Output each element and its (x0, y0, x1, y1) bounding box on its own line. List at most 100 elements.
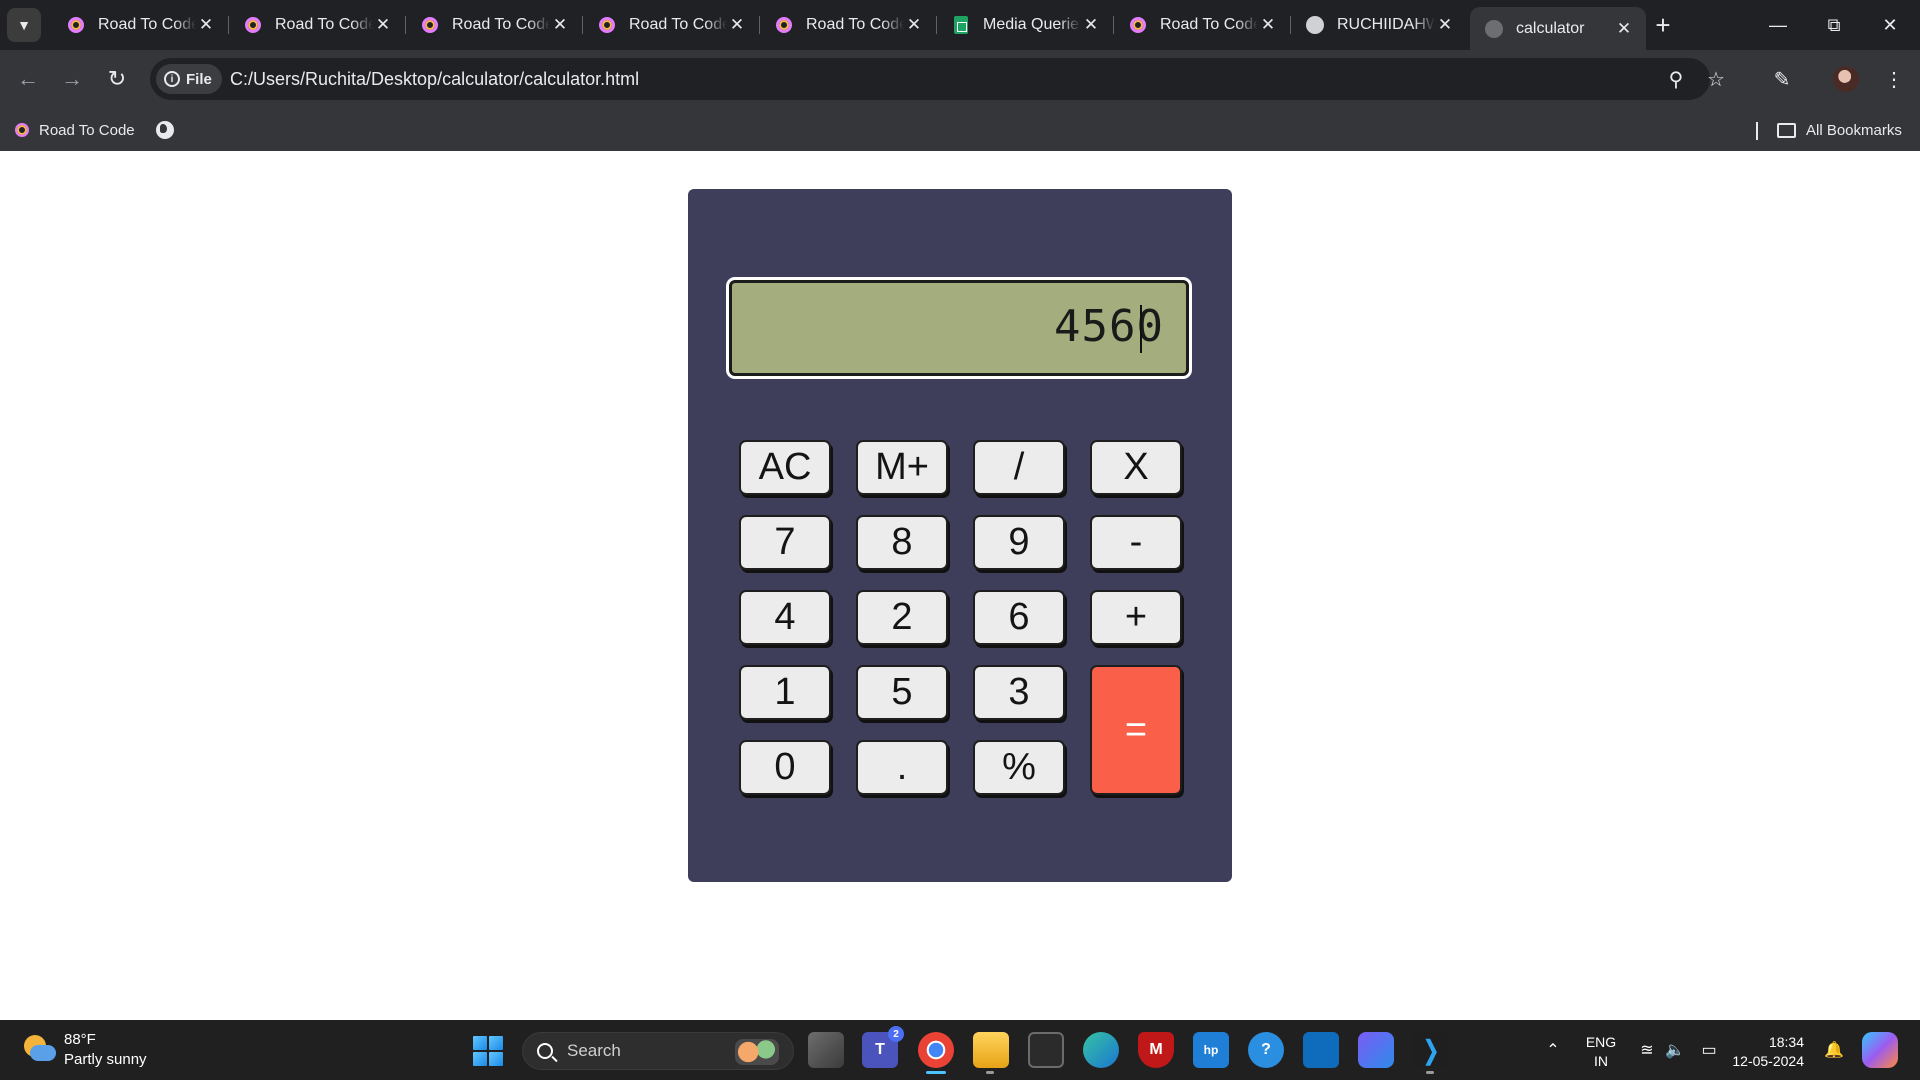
file-explorer-icon[interactable] (973, 1032, 1009, 1074)
display-value: 4560 (1054, 301, 1164, 352)
bookmark-globe[interactable] (156, 116, 174, 144)
key-minus[interactable]: - (1090, 515, 1182, 570)
chevron-up-icon[interactable]: ⌃ (1538, 1020, 1568, 1080)
close-icon[interactable]: ✕ (373, 15, 393, 35)
search-placeholder: Search (567, 1041, 621, 1060)
copilot-pre-icon[interactable] (1862, 1032, 1898, 1068)
battery-icon[interactable]: ▭ (1694, 1020, 1724, 1080)
weather-temperature[interactable]: 88°F (64, 1031, 96, 1048)
chrome-icon[interactable] (918, 1032, 954, 1074)
key-memory-plus[interactable]: M+ (856, 440, 948, 495)
wifi-icon[interactable]: ≊ (1632, 1020, 1662, 1080)
key-0[interactable]: 0 (739, 740, 831, 795)
bookmark-star-icon[interactable]: ☆ (1702, 65, 1730, 93)
teams-badge: 2 (888, 1026, 904, 1042)
task-view-icon[interactable] (808, 1032, 844, 1068)
close-icon[interactable]: ✕ (550, 15, 570, 35)
bookmark-road-to-code[interactable]: Road To Code (15, 116, 135, 144)
clock-date: 12-05-2024 (1732, 1053, 1804, 1069)
key-7[interactable]: 7 (739, 515, 831, 570)
restore-button[interactable]: ⧉ (1806, 0, 1862, 50)
myhp-icon[interactable]: hp (1193, 1032, 1229, 1068)
new-tab-button[interactable]: + (1648, 10, 1678, 40)
key-3[interactable]: 3 (973, 665, 1065, 720)
key-divide[interactable]: / (973, 440, 1065, 495)
reload-button[interactable]: ↻ (99, 61, 135, 97)
browser-tab-4[interactable]: Road To Code ✕ (583, 7, 760, 43)
weather-description[interactable]: Partly sunny (64, 1051, 147, 1068)
vscode-icon[interactable]: ❭ (1413, 1032, 1449, 1074)
back-button[interactable]: ← (10, 61, 46, 97)
browser-tab-5[interactable]: Road To Code ✕ (760, 7, 937, 43)
key-1[interactable]: 1 (739, 665, 831, 720)
key-8[interactable]: 8 (856, 515, 948, 570)
arrow-left-icon: ← (17, 66, 39, 91)
browser-toolbar: ← → ↻ i File C:/Users/Ruchita/Desktop/ca… (0, 50, 1920, 108)
bookmark-label: Road To Code (39, 121, 135, 139)
browser-tab-2[interactable]: Road To Code ✕ (229, 7, 406, 43)
taskbar-search[interactable]: Search (522, 1032, 794, 1070)
key-percent[interactable]: % (973, 740, 1065, 795)
url-text[interactable]: C:/Users/Ruchita/Desktop/calculator/calc… (230, 69, 639, 90)
close-icon[interactable]: ✕ (904, 15, 924, 35)
calculator-display[interactable]: 4560 (726, 277, 1192, 379)
language-indicator[interactable]: ENG IN (1584, 1033, 1618, 1071)
close-icon[interactable]: ✕ (196, 15, 216, 35)
zoom-icon[interactable]: ⚲ (1662, 65, 1690, 93)
notification-bell-icon[interactable]: 🔔 (1820, 1020, 1848, 1080)
key-5[interactable]: 5 (856, 665, 948, 720)
browser-tab-7[interactable]: Road To Code ✕ (1114, 7, 1291, 43)
all-bookmarks-button[interactable]: All Bookmarks (1777, 116, 1902, 144)
minimize-button[interactable]: — (1750, 0, 1806, 50)
microsoft-store-icon[interactable] (1028, 1032, 1064, 1068)
extensions-icon[interactable]: ✎ (1764, 61, 1800, 97)
key-decimal[interactable]: . (856, 740, 948, 795)
bookmarks-separator (1756, 122, 1758, 140)
weather-icon[interactable] (22, 1033, 56, 1067)
close-icon[interactable]: ✕ (1258, 15, 1278, 35)
menu-dots-icon[interactable]: ⋮ (1876, 61, 1912, 97)
close-window-button[interactable]: ✕ (1862, 0, 1918, 50)
clock[interactable]: 18:34 12-05-2024 (1732, 1033, 1804, 1071)
browser-tab-3[interactable]: Road To Code ✕ (406, 7, 583, 43)
restore-icon: ⧉ (1827, 14, 1841, 35)
key-plus[interactable]: + (1090, 590, 1182, 645)
language-code: ENG (1585, 1034, 1617, 1050)
key-equals[interactable]: = (1090, 665, 1182, 795)
edge-icon[interactable] (1083, 1032, 1119, 1068)
mcafee-icon[interactable]: M (1138, 1032, 1174, 1068)
site-info-chip[interactable]: i File (156, 64, 222, 94)
volume-icon[interactable]: 🔈 (1660, 1020, 1690, 1080)
close-icon[interactable]: ✕ (727, 15, 747, 35)
calendar-app-icon[interactable] (1303, 1032, 1339, 1068)
profile-avatar[interactable] (1828, 61, 1864, 97)
teams-icon[interactable]: T2 (862, 1026, 904, 1068)
start-button[interactable] (473, 1036, 503, 1066)
key-2[interactable]: 2 (856, 590, 948, 645)
tab-title: Road To Code (452, 16, 550, 33)
close-icon[interactable]: ✕ (1614, 19, 1634, 39)
close-icon[interactable]: ✕ (1081, 15, 1101, 35)
tab-title: Road To Code (1160, 16, 1258, 33)
tab-title: RUCHIIDAHW (1337, 16, 1435, 33)
road-to-code-icon (66, 15, 86, 35)
key-4[interactable]: 4 (739, 590, 831, 645)
folder-icon (1777, 122, 1796, 138)
browser-tab-6[interactable]: Media Queries ✕ (937, 7, 1114, 43)
tab-search-button[interactable]: ▼ (7, 8, 41, 42)
road-to-code-icon (243, 15, 263, 35)
key-clear[interactable]: AC (739, 440, 831, 495)
close-icon[interactable]: ✕ (1435, 15, 1455, 35)
address-bar[interactable]: i File C:/Users/Ruchita/Desktop/calculat… (150, 58, 1725, 100)
browser-tab-8[interactable]: RUCHIIDAHW ✕ (1291, 7, 1467, 43)
key-6[interactable]: 6 (973, 590, 1065, 645)
get-help-icon[interactable]: ? (1248, 1032, 1284, 1068)
key-multiply[interactable]: X (1090, 440, 1182, 495)
copilot-icon[interactable] (1358, 1032, 1394, 1068)
key-9[interactable]: 9 (973, 515, 1065, 570)
scheme-label: File (186, 70, 212, 88)
browser-tab-active[interactable]: calculator ✕ (1470, 7, 1646, 50)
forward-button[interactable]: → (54, 61, 90, 97)
browser-tab-1[interactable]: Road To Code ✕ (52, 7, 229, 43)
calculator-body: 4560 AC M+ / X 7 8 9 - 4 2 6 + 1 5 3 = 0… (688, 189, 1232, 882)
